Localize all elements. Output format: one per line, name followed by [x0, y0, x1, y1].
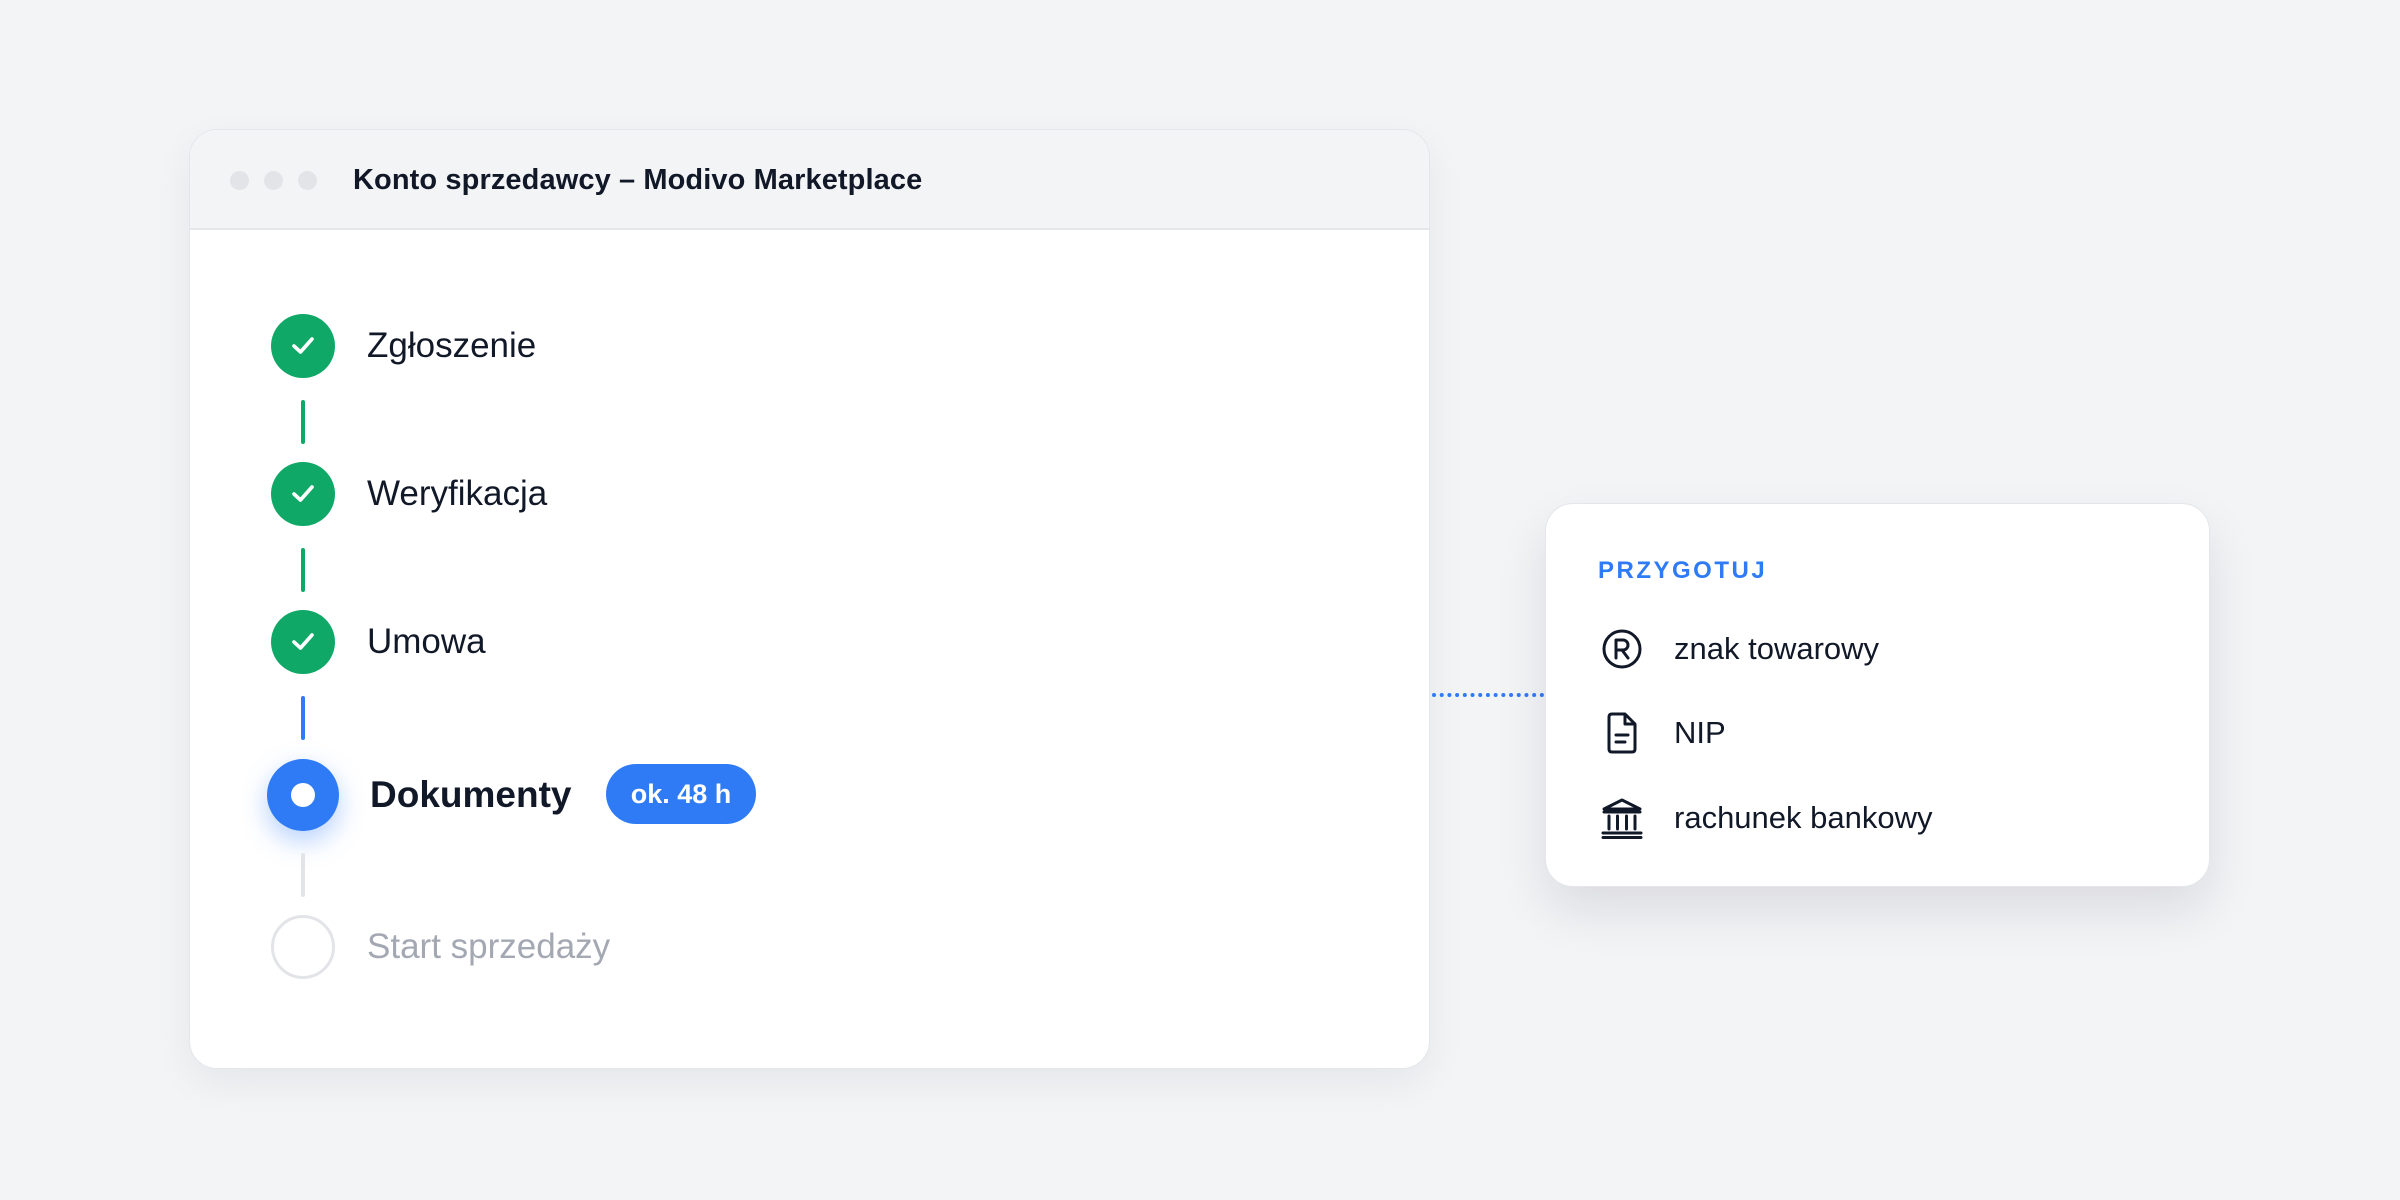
seller-account-window: Konto sprzedawcy – Modivo Marketplace Zg… [189, 129, 1430, 1069]
prepare-documents-card: PRZYGOTUJ znak towarowy NIP rachunek ban… [1545, 503, 2210, 887]
step-pending-circle-icon [271, 915, 335, 979]
step-connector [301, 400, 305, 444]
step-current-dot-icon [267, 759, 339, 831]
window-control-dot[interactable] [230, 171, 249, 190]
list-item: NIP [1598, 709, 2158, 757]
document-icon [1607, 712, 1637, 754]
requirement-label: znak towarowy [1674, 631, 1880, 666]
step-connector [301, 696, 305, 740]
requirement-label: NIP [1674, 715, 1726, 750]
step-label-weryfikacja: Weryfikacja [367, 474, 548, 513]
step-done-check-icon [271, 462, 335, 526]
step-label-start-sprzedazy: Start sprzedaży [367, 927, 611, 966]
dotted-connector-line [1432, 693, 1544, 697]
step-connector [301, 548, 305, 592]
window-control-dot[interactable] [264, 171, 283, 190]
card-title: PRZYGOTUJ [1598, 557, 1768, 584]
time-estimate-badge: ok. 48 h [606, 764, 756, 824]
step-label-dokumenty: Dokumenty [370, 774, 572, 815]
step-label-umowa: Umowa [367, 622, 486, 661]
bank-icon [1601, 798, 1643, 839]
window-control-dot[interactable] [298, 171, 317, 190]
window-titlebar: Konto sprzedawcy – Modivo Marketplace [190, 130, 1429, 230]
list-item: znak towarowy [1598, 625, 2158, 673]
list-item: rachunek bankowy [1598, 794, 2158, 842]
registered-trademark-icon [1602, 629, 1642, 669]
step-connector [301, 853, 305, 897]
step-done-check-icon [271, 610, 335, 674]
window-title: Konto sprzedawcy – Modivo Marketplace [353, 164, 923, 196]
step-label-zgloszenie: Zgłoszenie [367, 326, 537, 365]
requirement-label: rachunek bankowy [1674, 800, 1933, 835]
step-done-check-icon [271, 314, 335, 378]
